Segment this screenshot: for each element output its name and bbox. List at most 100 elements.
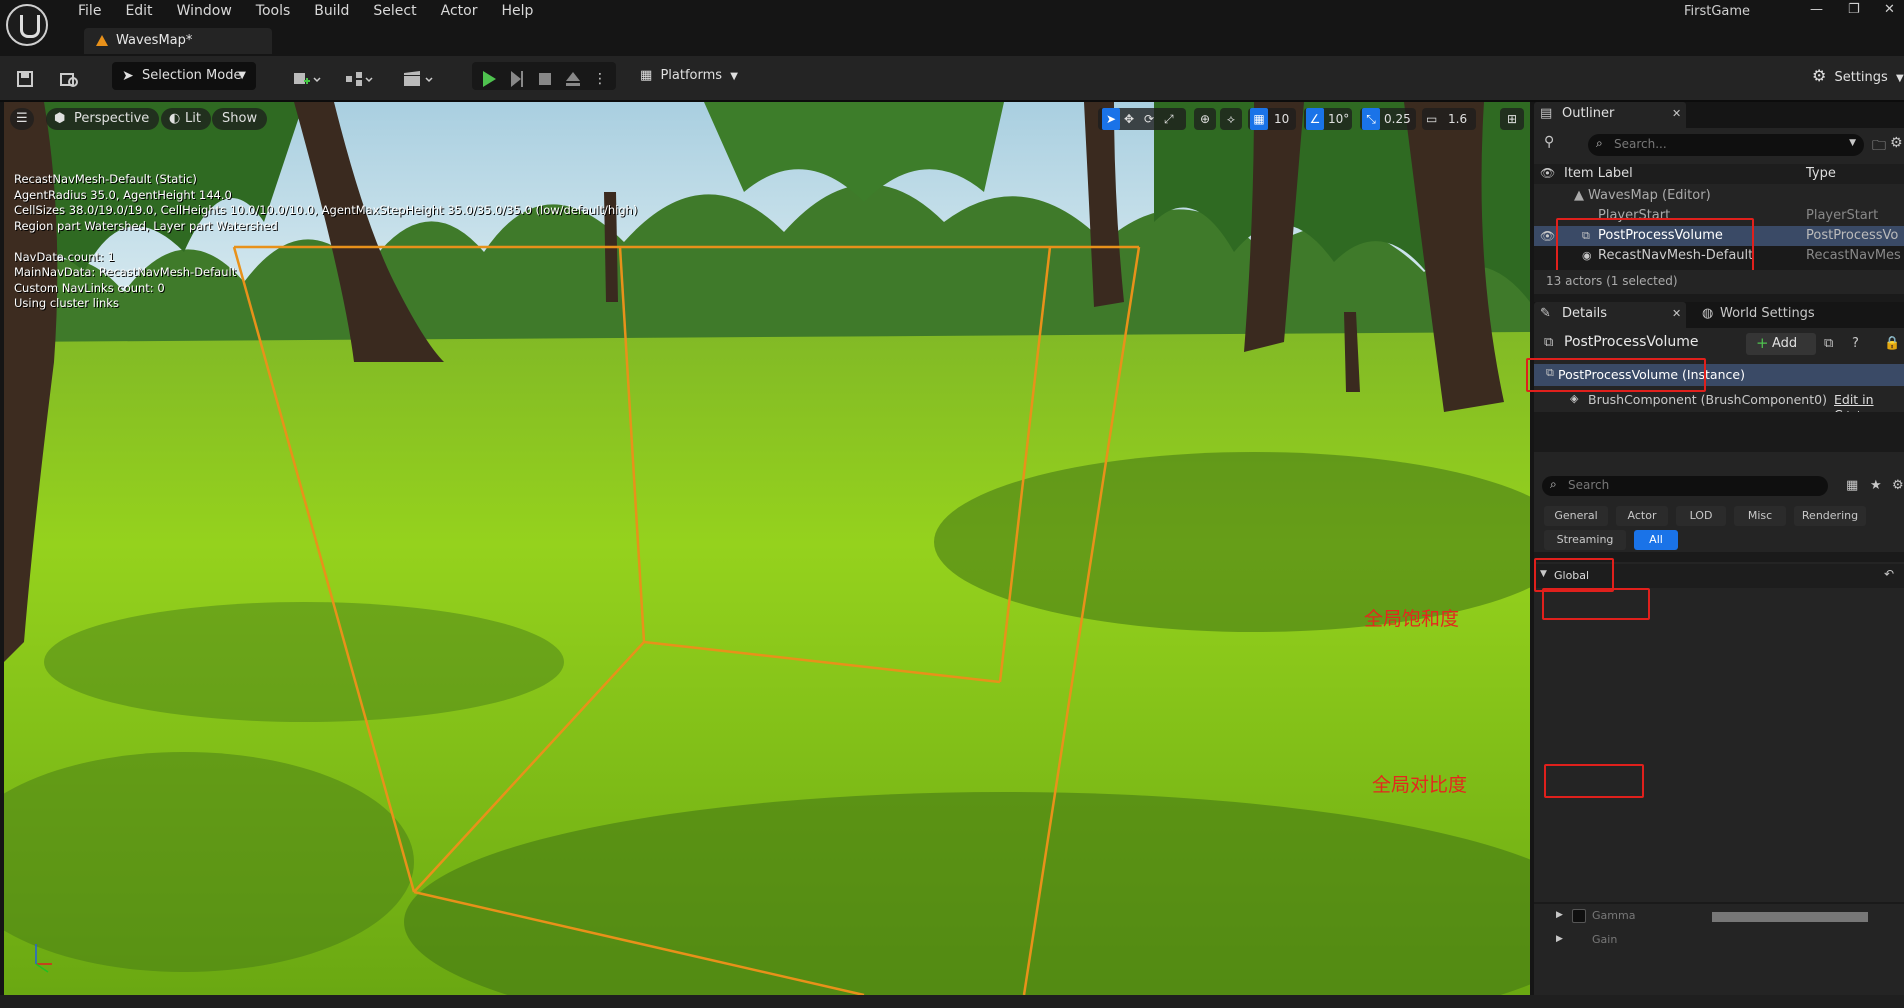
close-icon[interactable]: ✕ bbox=[1672, 307, 1681, 320]
level-tab[interactable]: WavesMap* bbox=[84, 28, 272, 54]
rotation-snap-toggle[interactable]: ∠ 10° bbox=[1304, 108, 1352, 130]
camera-speed-button[interactable]: ▭ 1.6 bbox=[1422, 108, 1476, 130]
rotate-icon[interactable]: ⟳ bbox=[1144, 108, 1154, 130]
play-options-icon[interactable]: ⋮ bbox=[590, 66, 610, 92]
stop-icon[interactable] bbox=[534, 66, 556, 92]
filter-all[interactable]: All bbox=[1634, 530, 1678, 550]
details-tab[interactable]: ✎ Details ✕ bbox=[1534, 302, 1686, 328]
menu-actor[interactable]: Actor bbox=[429, 3, 490, 19]
world-local-icon[interactable]: ⊕ bbox=[1194, 108, 1216, 130]
outliner-row[interactable]: ▲ WavesMap (Editor) bbox=[1534, 186, 1904, 206]
details-divider bbox=[1534, 902, 1904, 904]
filter-lod[interactable]: LOD bbox=[1676, 506, 1726, 526]
move-icon[interactable]: ✥ bbox=[1124, 108, 1134, 130]
details-search-input[interactable]: ⌕ Search bbox=[1542, 476, 1828, 496]
details-divider bbox=[1534, 412, 1904, 452]
menu-edit[interactable]: Edit bbox=[113, 3, 164, 19]
selection-mode-dropdown[interactable]: ➤ Selection Mode ▼ bbox=[112, 62, 256, 90]
grid-icon: ▦ bbox=[1250, 108, 1268, 130]
filter-misc[interactable]: Misc bbox=[1734, 506, 1786, 526]
add-folder-icon[interactable]: 🗀 bbox=[1872, 135, 1886, 159]
perspective-button[interactable]: ⬢ Perspective bbox=[46, 108, 160, 130]
filter-streaming[interactable]: Streaming bbox=[1544, 530, 1626, 550]
minimize-icon[interactable]: — bbox=[1810, 2, 1823, 17]
filter-rendering[interactable]: Rendering bbox=[1794, 506, 1866, 526]
outliner-title: Outliner bbox=[1562, 106, 1615, 121]
close-icon[interactable]: ✕ bbox=[1672, 107, 1681, 120]
show-label: Show bbox=[222, 111, 258, 126]
lit-button[interactable]: ◐ Lit bbox=[161, 108, 211, 130]
outliner-settings-icon[interactable]: ⚙ bbox=[1890, 135, 1903, 151]
viewport-options-button[interactable]: ☰ bbox=[10, 108, 34, 130]
menu-help[interactable]: Help bbox=[489, 3, 545, 19]
transform-tools: ➤ ✥ ⟳ ⤢ bbox=[1098, 108, 1186, 130]
status-bar bbox=[0, 995, 1904, 1008]
brush-icon: ◈ bbox=[1570, 392, 1579, 405]
platforms-dropdown[interactable]: ▦ Platforms ▼ bbox=[640, 62, 738, 90]
eye-icon[interactable]: 👁 bbox=[1540, 226, 1555, 246]
map-icon: ▲ bbox=[1574, 188, 1584, 203]
play-icon[interactable] bbox=[478, 66, 500, 92]
settings-label: Settings bbox=[1834, 70, 1888, 85]
reset-icon[interactable]: ↶ bbox=[1884, 567, 1894, 581]
close-window-icon[interactable]: ✕ bbox=[1884, 2, 1895, 17]
restore-icon[interactable]: ❐ bbox=[1848, 2, 1860, 17]
gain-row[interactable]: ▶ Gain bbox=[1534, 930, 1904, 954]
highlight-box bbox=[1542, 588, 1650, 620]
world-settings-tab[interactable]: ◍ World Settings bbox=[1702, 302, 1842, 328]
eye-icon[interactable]: 👁 bbox=[1540, 166, 1555, 180]
highlight-box bbox=[1534, 558, 1614, 592]
search-icon: ⌕ bbox=[1550, 477, 1557, 491]
maximize-viewport-icon[interactable]: ⊞ bbox=[1500, 108, 1524, 130]
add-component-button[interactable]: + Add bbox=[1746, 333, 1816, 355]
outliner-columns: 👁 Item Label Type bbox=[1534, 164, 1904, 184]
column-type[interactable]: Type bbox=[1806, 166, 1836, 181]
navmesh-debug-text: RecastNavMesh-Default (Static) AgentRadi… bbox=[14, 172, 638, 310]
help-icon[interactable]: ? bbox=[1852, 336, 1859, 351]
settings-dropdown[interactable]: ⚙ Settings ▼ bbox=[1812, 62, 1904, 90]
actor-icon: ⧉ bbox=[1544, 335, 1554, 350]
add-actor-button[interactable] bbox=[288, 66, 326, 92]
save-icon[interactable] bbox=[14, 66, 36, 92]
table-view-icon[interactable]: ▦ bbox=[1846, 478, 1858, 493]
gamma-color-swatch[interactable] bbox=[1712, 912, 1868, 922]
unreal-logo-icon[interactable] bbox=[6, 4, 48, 46]
scale-snap-toggle[interactable]: ⤡ 0.25 bbox=[1360, 108, 1416, 130]
menu-select[interactable]: Select bbox=[361, 3, 428, 19]
menu-file[interactable]: File bbox=[66, 3, 113, 19]
outliner-search-input[interactable]: ⌕ Search... ▼ bbox=[1588, 134, 1864, 156]
main-toolbar bbox=[0, 56, 1904, 102]
select-icon[interactable]: ➤ bbox=[1102, 108, 1120, 130]
filter-icon[interactable]: ⚲ bbox=[1544, 134, 1554, 150]
rotation-snap-value: 10° bbox=[1328, 112, 1350, 126]
column-item-label[interactable]: Item Label bbox=[1564, 166, 1633, 181]
scale-icon[interactable]: ⤢ bbox=[1164, 108, 1174, 130]
blueprint-menu-button[interactable] bbox=[340, 66, 378, 92]
step-icon[interactable] bbox=[506, 66, 528, 92]
outliner-status: 13 actors (1 selected) bbox=[1546, 274, 1678, 288]
details-search-placeholder: Search bbox=[1568, 478, 1610, 492]
star-icon[interactable]: ★ bbox=[1870, 478, 1882, 493]
show-button[interactable]: Show bbox=[212, 108, 268, 130]
camera-icon: ▭ bbox=[1426, 112, 1438, 126]
gamma-row[interactable]: ▶ Gamma bbox=[1534, 906, 1904, 930]
blueprint-icon[interactable]: ⧉ bbox=[1824, 336, 1833, 351]
menu-tools[interactable]: Tools bbox=[244, 3, 303, 19]
component-row-brush[interactable]: ◈ BrushComponent (BrushComponent0) Edit … bbox=[1534, 390, 1904, 422]
cinematics-menu-button[interactable] bbox=[398, 66, 438, 92]
menu-build[interactable]: Build bbox=[302, 3, 361, 19]
chevron-down-icon: ▼ bbox=[1849, 138, 1856, 148]
menu-window[interactable]: Window bbox=[165, 3, 244, 19]
filter-actor[interactable]: Actor bbox=[1616, 506, 1668, 526]
details-settings-icon[interactable]: ⚙ bbox=[1892, 478, 1904, 493]
filter-general[interactable]: General bbox=[1544, 506, 1608, 526]
chevron-down-icon: ▼ bbox=[1895, 73, 1904, 84]
gamma-checkbox[interactable] bbox=[1572, 909, 1586, 923]
eject-icon[interactable] bbox=[562, 66, 584, 92]
level-viewport[interactable]: ☰ ⬢ Perspective ◐ Lit Show ➤ ✥ ⟳ ⤢ ⊕ ⟡ ▦… bbox=[4, 102, 1530, 995]
grid-snap-toggle[interactable]: ▦ 10 bbox=[1248, 108, 1296, 130]
surface-snap-icon[interactable]: ⟡ bbox=[1220, 108, 1242, 130]
content-browser-icon[interactable] bbox=[58, 66, 80, 92]
outliner-tab[interactable]: ▤ Outliner ✕ bbox=[1534, 102, 1686, 128]
lock-icon[interactable]: 🔒 bbox=[1884, 336, 1900, 351]
